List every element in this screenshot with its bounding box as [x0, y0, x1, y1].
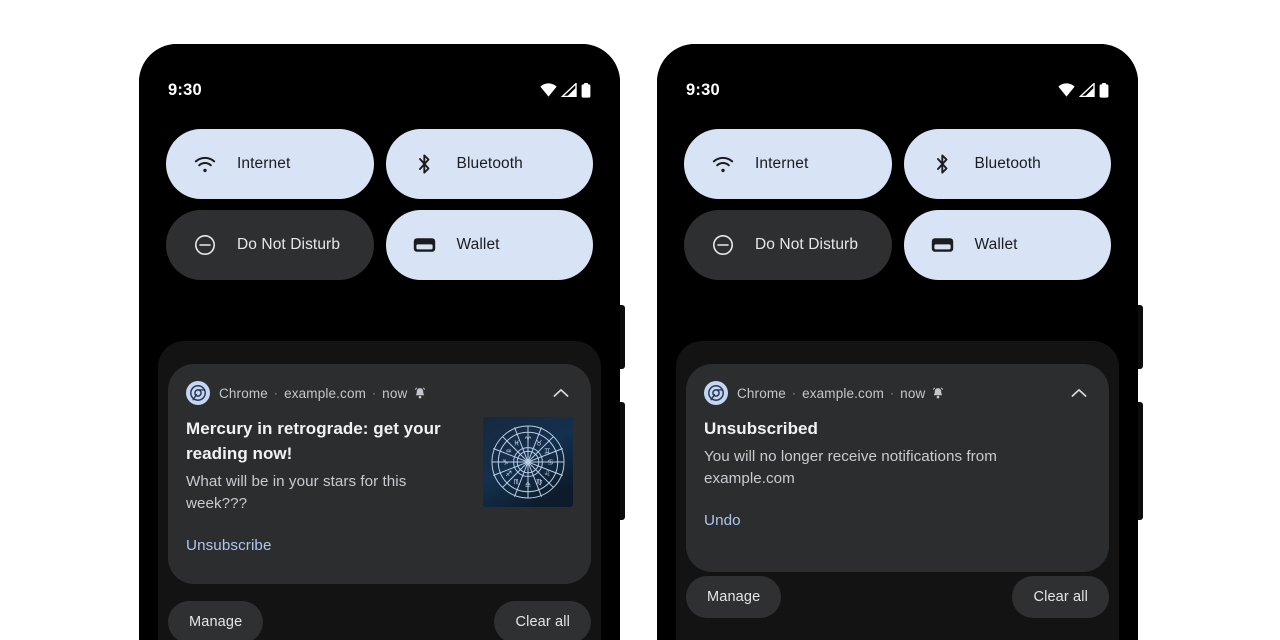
- meta-separator: ·: [273, 386, 279, 400]
- notification-card[interactable]: Chrome · example.com · now: [686, 364, 1109, 572]
- qs-tile-do-not-disturb[interactable]: Do Not Disturb: [166, 210, 374, 280]
- do-not-disturb-icon: [193, 234, 216, 257]
- notification-shade: Chrome · example.com · now: [676, 341, 1119, 640]
- comparison-screenshot: 9:30 Internet Bluetooth Do Not Disturb W…: [0, 0, 1280, 640]
- chevron-up-icon[interactable]: [1069, 383, 1089, 403]
- chrome-app-icon: [704, 381, 728, 405]
- notification-header: Chrome · example.com · now: [704, 381, 1091, 405]
- shade-footer: Manage Clear all: [168, 601, 591, 640]
- qs-tile-label: Do Not Disturb: [237, 236, 341, 253]
- notification-card[interactable]: Chrome · example.com · now: [168, 364, 591, 584]
- qs-tile-label: Do Not Disturb: [755, 236, 859, 253]
- status-bar: 9:30: [139, 78, 620, 102]
- signal-icon: [561, 83, 577, 97]
- notification-title: Unsubscribed: [704, 419, 818, 438]
- quick-settings-grid: Internet Bluetooth Do Not Disturb Wallet: [684, 129, 1111, 280]
- signal-icon: [1079, 83, 1095, 97]
- notification-meta: Chrome · example.com · now: [737, 386, 944, 401]
- phone-screen-after: 9:30 Internet Bluetooth Do Not Disturb W…: [657, 44, 1138, 640]
- do-not-disturb-icon: [711, 234, 734, 257]
- qs-tile-internet[interactable]: Internet: [684, 129, 892, 199]
- svg-text:♈: ♈: [525, 435, 532, 444]
- notification-time: now: [382, 385, 408, 401]
- svg-text:♏: ♏: [514, 477, 521, 486]
- qs-tile-bluetooth[interactable]: Bluetooth: [903, 129, 1111, 199]
- qs-tile-label: Internet: [755, 155, 809, 172]
- notification-body: Mercury in retrograde: get your reading …: [186, 417, 573, 555]
- meta-separator: ·: [791, 386, 797, 400]
- qs-tile-label: Bluetooth: [456, 155, 523, 172]
- notification-body: Unsubscribed You will no longer receive …: [704, 417, 1091, 530]
- wifi-icon: [711, 153, 734, 176]
- phone-device-after: 9:30 Internet Bluetooth Do Not Disturb W…: [657, 44, 1143, 640]
- svg-text:♓: ♓: [514, 438, 520, 447]
- shade-footer: Manage Clear all: [686, 576, 1109, 618]
- chrome-app-icon: [186, 381, 210, 405]
- wifi-icon: [1058, 83, 1075, 97]
- status-icon-group: [1058, 82, 1109, 98]
- svg-text:♋: ♋: [547, 458, 553, 467]
- svg-text:♌: ♌: [544, 469, 550, 478]
- bell-icon: [414, 387, 426, 400]
- notification-meta: Chrome · example.com · now: [219, 386, 426, 401]
- qs-tile-label: Wallet: [974, 236, 1018, 253]
- status-icon-group: [540, 82, 591, 98]
- manage-button[interactable]: Manage: [686, 576, 782, 618]
- battery-icon: [581, 82, 591, 98]
- notification-message: What will be in your stars for this week…: [186, 472, 407, 512]
- status-bar: 9:30: [657, 78, 1138, 102]
- undo-link[interactable]: Undo: [704, 512, 741, 529]
- qs-tile-label: Wallet: [456, 236, 500, 253]
- wallet-icon: [931, 234, 954, 257]
- phone-device-before: 9:30 Internet Bluetooth Do Not Disturb W…: [139, 44, 625, 640]
- status-clock: 9:30: [686, 80, 720, 99]
- notification-time: now: [900, 385, 926, 401]
- status-clock: 9:30: [168, 80, 202, 99]
- svg-text:♍: ♍: [536, 477, 543, 486]
- qs-tile-internet[interactable]: Internet: [166, 129, 374, 199]
- manage-button[interactable]: Manage: [168, 601, 264, 640]
- phone-screen-before: 9:30 Internet Bluetooth Do Not Disturb W…: [139, 44, 620, 640]
- bluetooth-icon: [413, 153, 436, 176]
- clear-all-button[interactable]: Clear all: [494, 601, 591, 640]
- battery-icon: [1099, 82, 1109, 98]
- notification-text-block: Unsubscribed You will no longer receive …: [704, 417, 1091, 530]
- notification-message: You will no longer receive notifications…: [704, 447, 997, 487]
- qs-tile-wallet[interactable]: Wallet: [903, 210, 1111, 280]
- quick-settings-grid: Internet Bluetooth Do Not Disturb Wallet: [166, 129, 593, 280]
- notification-app-name: Chrome: [219, 385, 268, 401]
- wallet-icon: [413, 234, 436, 257]
- notification-title: Mercury in retrograde: get your reading …: [186, 419, 441, 463]
- svg-text:♒: ♒: [505, 446, 511, 455]
- svg-text:♉: ♉: [536, 438, 542, 447]
- bell-icon: [932, 387, 944, 400]
- qs-tile-label: Internet: [237, 155, 291, 172]
- qs-tile-label: Bluetooth: [974, 155, 1041, 172]
- wifi-icon: [193, 153, 216, 176]
- meta-separator: ·: [890, 386, 895, 400]
- clear-all-button[interactable]: Clear all: [1012, 576, 1109, 618]
- qs-tile-do-not-disturb[interactable]: Do Not Disturb: [684, 210, 892, 280]
- svg-text:♎: ♎: [525, 480, 531, 489]
- zodiac-wheel-image: ♈ ♉ ♊ ♋ ♌ ♍ ♎ ♏ ♐ ♑ ♒ ♓: [483, 417, 573, 507]
- unsubscribe-link[interactable]: Unsubscribe: [186, 537, 272, 554]
- qs-tile-bluetooth[interactable]: Bluetooth: [385, 129, 593, 199]
- svg-text:♐: ♐: [505, 469, 511, 478]
- chevron-up-icon[interactable]: [551, 383, 571, 403]
- notification-text-block: Mercury in retrograde: get your reading …: [186, 417, 471, 555]
- meta-separator: ·: [372, 386, 377, 400]
- notification-source: example.com: [284, 385, 367, 401]
- notification-app-name: Chrome: [737, 385, 786, 401]
- svg-text:♑: ♑: [502, 458, 508, 467]
- svg-text:♊: ♊: [544, 446, 550, 455]
- bluetooth-icon: [931, 153, 954, 176]
- notification-header: Chrome · example.com · now: [186, 381, 573, 405]
- notification-source: example.com: [802, 385, 885, 401]
- qs-tile-wallet[interactable]: Wallet: [385, 210, 593, 280]
- notification-shade: Chrome · example.com · now: [158, 341, 601, 640]
- wifi-icon: [540, 83, 557, 97]
